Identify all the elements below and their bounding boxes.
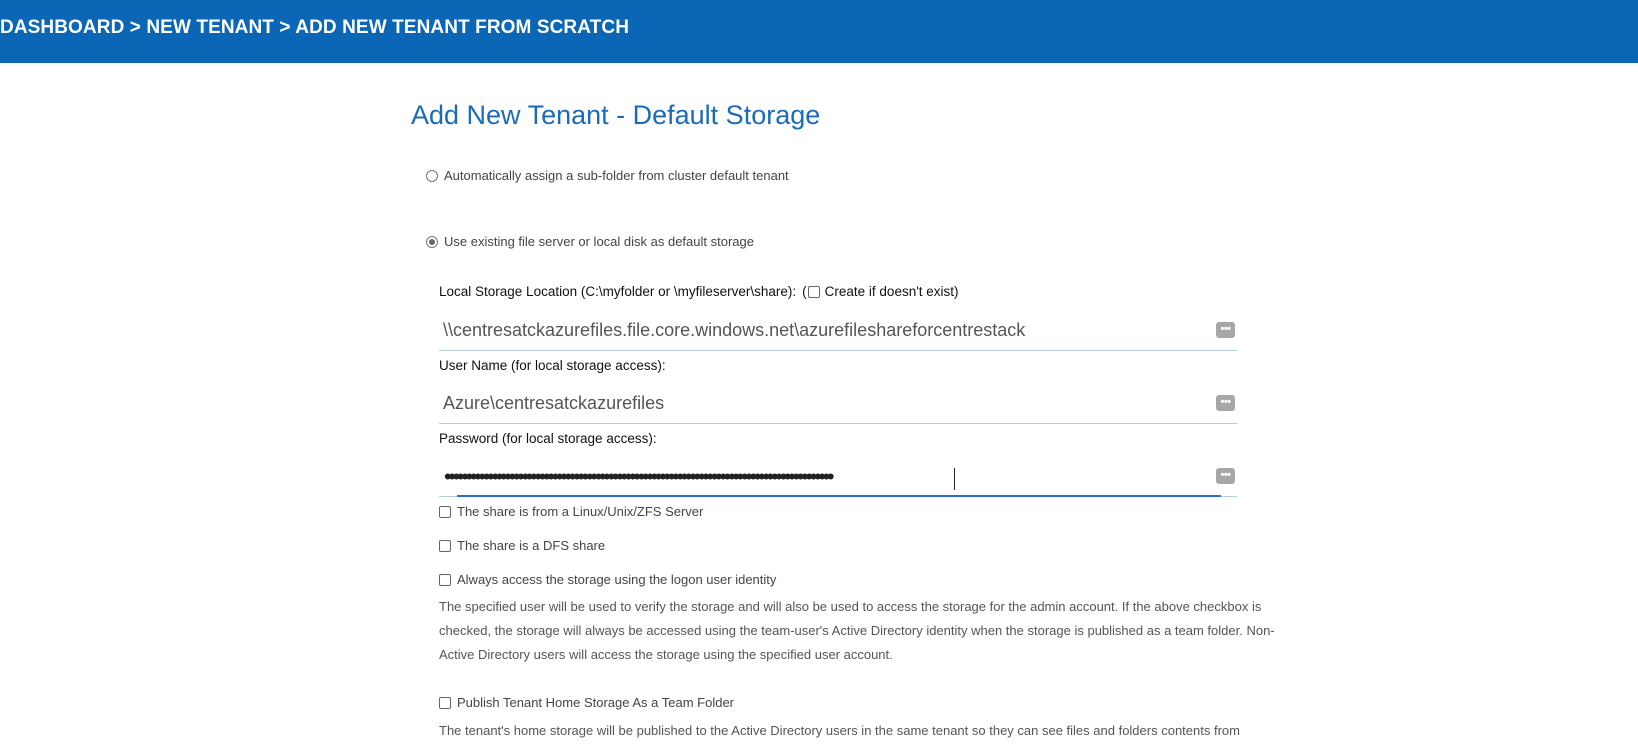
ellipsis-icon[interactable]: ••• [1216, 322, 1235, 338]
breadcrumb[interactable]: DASHBOARD > NEW TENANT > ADD NEW TENANT … [0, 17, 629, 39]
logon-identity-label: Always access the storage using the logo… [457, 572, 777, 587]
open-paren: ( [802, 284, 807, 299]
username-label: User Name (for local storage access): [439, 358, 666, 373]
ellipsis-icon[interactable]: ••• [1216, 468, 1235, 484]
password-field[interactable]: ••••••••••••••••••••••••••••••••••••••••… [439, 460, 1237, 497]
radio-use-existing-label: Use existing file server or local disk a… [444, 234, 754, 249]
linux-share-checkbox[interactable] [439, 505, 451, 518]
focus-underline [457, 495, 1221, 497]
logon-identity-description: The specified user will be used to verif… [439, 599, 1275, 662]
text-caret [954, 468, 955, 490]
publish-team-folder-label: Publish Tenant Home Storage As a Team Fo… [457, 695, 735, 710]
local-storage-input[interactable]: \\centresatckazurefiles.file.core.window… [443, 320, 1025, 341]
create-if-not-exist-checkbox[interactable] [807, 285, 820, 298]
radio-use-existing-button[interactable] [426, 235, 438, 248]
local-storage-label-row: Local Storage Location (C:\myfolder or \… [439, 284, 959, 299]
username-field[interactable]: Azure\centresatckazurefiles ••• [439, 387, 1237, 424]
dfs-share-checkbox[interactable] [439, 539, 451, 552]
radio-auto-assign-button[interactable] [426, 169, 438, 182]
logon-identity-checkbox[interactable] [439, 573, 451, 586]
password-label: Password (for local storage access): [439, 431, 657, 446]
radio-auto-assign-label: Automatically assign a sub-folder from c… [444, 168, 789, 183]
option-dfs-share[interactable]: The share is a DFS share [439, 538, 605, 553]
option-publish-team-folder[interactable]: Publish Tenant Home Storage As a Team Fo… [439, 695, 734, 710]
page-title: Add New Tenant - Default Storage [411, 100, 821, 130]
option-linux-share[interactable]: The share is from a Linux/Unix/ZFS Serve… [439, 504, 703, 519]
password-input[interactable]: ••••••••••••••••••••••••••••••••••••••••… [444, 462, 835, 492]
radio-use-existing[interactable]: Use existing file server or local disk a… [426, 234, 754, 249]
publish-team-folder-description: The tenant's home storage will be publis… [439, 723, 1240, 738]
dfs-share-label: The share is a DFS share [457, 538, 606, 553]
radio-auto-assign[interactable]: Automatically assign a sub-folder from c… [426, 168, 789, 183]
publish-team-folder-checkbox[interactable] [439, 696, 451, 709]
ellipsis-icon[interactable]: ••• [1216, 395, 1235, 411]
username-input[interactable]: Azure\centresatckazurefiles [443, 393, 664, 414]
top-bar: DASHBOARD > NEW TENANT > ADD NEW TENANT … [0, 0, 1638, 63]
option-logon-identity[interactable]: Always access the storage using the logo… [439, 572, 776, 587]
create-if-not-exist-label: Create if doesn't exist) [824, 284, 959, 299]
local-storage-label: Local Storage Location (C:\myfolder or \… [439, 284, 797, 299]
local-storage-field[interactable]: \\centresatckazurefiles.file.core.window… [439, 314, 1237, 351]
linux-share-label: The share is from a Linux/Unix/ZFS Serve… [457, 504, 704, 519]
